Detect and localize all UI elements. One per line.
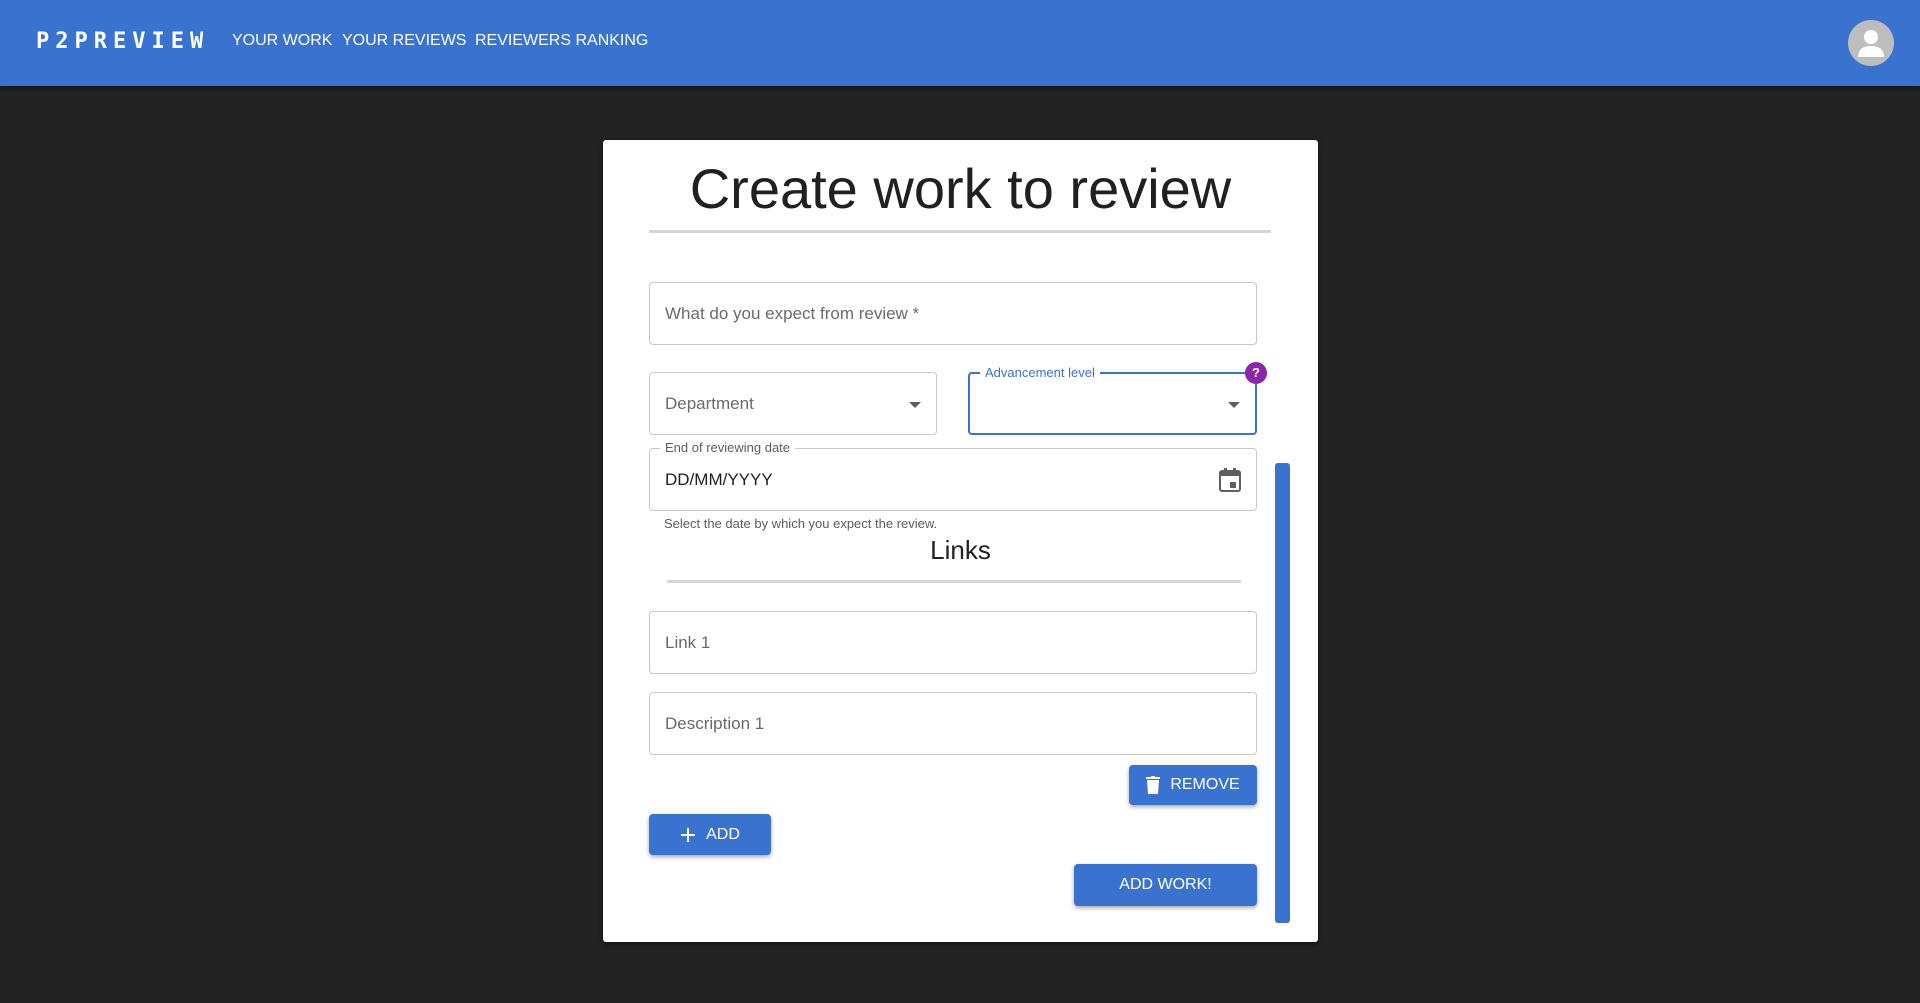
account-icon <box>1858 30 1884 57</box>
scrollbar-thumb[interactable] <box>1275 463 1290 923</box>
account-avatar-button[interactable] <box>1848 20 1894 66</box>
links-divider <box>667 580 1241 583</box>
link-description-placeholder: Description 1 <box>665 713 765 733</box>
remove-link-label: REMOVE <box>1170 776 1240 793</box>
end-date-label: End of reviewing date <box>660 440 796 456</box>
remove-link-button[interactable]: REMOVE <box>1129 765 1257 805</box>
department-select[interactable]: Department <box>649 372 937 435</box>
delete-icon <box>1146 776 1161 794</box>
advancement-level-select[interactable]: Advancement level <box>968 365 1257 435</box>
add-link-button[interactable]: ADD <box>649 814 771 855</box>
expectation-placeholder: What do you expect from review * <box>665 303 920 323</box>
create-work-card: Create work to review What do you expect… <box>603 140 1318 942</box>
nav-your-reviews[interactable]: YOUR REVIEWS <box>342 32 466 50</box>
end-date-input[interactable]: End of reviewing date DD/MM/YYYY <box>649 440 1257 511</box>
plus-icon <box>681 827 696 842</box>
calendar-icon[interactable] <box>1218 467 1242 493</box>
links-section-title: Links <box>930 535 991 565</box>
advancement-help-badge[interactable]: ? <box>1245 362 1267 384</box>
department-placeholder: Department <box>665 393 754 413</box>
link-placeholder: Link 1 <box>665 632 711 652</box>
title-divider <box>649 230 1271 233</box>
end-date-value: DD/MM/YYYY <box>665 469 773 489</box>
app-bar: P2PREVIEW YOUR WORK YOUR REVIEWS REVIEWE… <box>0 0 1920 86</box>
dropdown-arrow-icon <box>1228 402 1240 408</box>
expectation-input[interactable]: What do you expect from review * <box>649 282 1257 345</box>
advancement-level-label: Advancement level <box>980 365 1100 381</box>
brand-logo[interactable]: P2PREVIEW <box>36 29 209 54</box>
nav-reviewers-ranking[interactable]: REVIEWERS RANKING <box>475 32 648 50</box>
end-date-helper-text: Select the date by which you expect the … <box>664 516 938 531</box>
add-link-label: ADD <box>706 825 740 843</box>
link-input[interactable]: Link 1 <box>649 611 1257 674</box>
page-title: Create work to review <box>689 157 1232 220</box>
dropdown-arrow-icon <box>909 402 921 408</box>
add-work-submit-button[interactable]: ADD WORK! <box>1074 864 1257 906</box>
link-description-input[interactable]: Description 1 <box>649 692 1257 755</box>
nav-your-work[interactable]: YOUR WORK <box>232 32 332 50</box>
